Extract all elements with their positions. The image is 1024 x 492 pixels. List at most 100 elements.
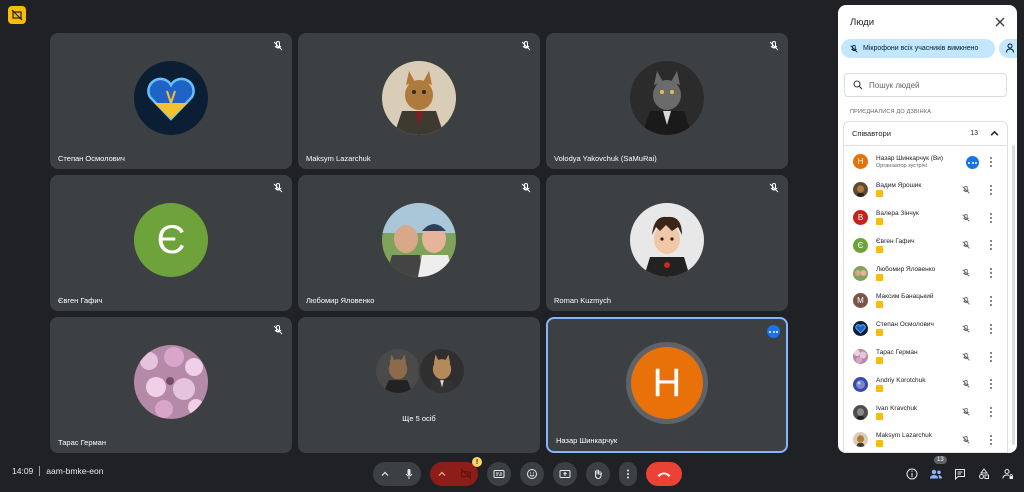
search-people-input[interactable]: Пошук людей (844, 73, 1007, 97)
tile-options-button[interactable] (767, 325, 780, 338)
photo-avatar-icon (382, 203, 456, 277)
avatar (853, 182, 868, 198)
mic-off-icon (962, 213, 970, 222)
more-vert-icon[interactable] (989, 323, 993, 334)
cat-gentleman-avatar-icon (630, 61, 704, 135)
present-screen-button[interactable] (553, 462, 577, 486)
cat-avatar-icon (374, 347, 422, 395)
participant-tile[interactable]: Maksym Lazarchuk (298, 33, 540, 169)
mic-off-icon (273, 183, 283, 193)
participant-options-button[interactable] (966, 156, 979, 169)
captions-button[interactable] (487, 462, 511, 486)
mic-off-icon (521, 41, 531, 51)
list-item[interactable]: Степан Осмолович (844, 315, 1007, 343)
avatar: Н (853, 154, 868, 170)
chevron-up-icon (381, 471, 389, 476)
more-vert-icon[interactable] (989, 407, 993, 418)
list-item[interactable]: Любомир Яловенко (844, 259, 1007, 287)
participant-tile[interactable]: Тарас Герман (50, 317, 292, 453)
editor-tag-icon (876, 356, 883, 364)
list-item[interactable]: Maksym Lazarchuk (844, 426, 1007, 453)
more-participants-tile[interactable]: Ще 5 осіб (298, 317, 540, 453)
mic-off-icon (521, 183, 531, 193)
more-vert-icon[interactable] (989, 434, 993, 445)
people-panel: Люди Мікрофони всіх учасників вимкнено П… (838, 5, 1017, 453)
activities-button[interactable] (976, 462, 992, 486)
meeting-info: 14:09 aam-bmke-eon (12, 466, 103, 476)
list-item[interactable]: Ivan Kravchuk (844, 398, 1007, 426)
more-participants-label: Ще 5 осіб (402, 414, 436, 423)
chat-button[interactable] (952, 462, 968, 486)
cartoon-avatar-icon (630, 203, 704, 277)
chevron-up-icon[interactable] (990, 129, 999, 138)
participant-name: Назар Шинкарчук (Ви) (876, 154, 944, 162)
side-controls: 13 (904, 456, 1016, 486)
panel-scrollbar[interactable] (1012, 145, 1015, 445)
list-item[interactable]: М Максим Банацький (844, 287, 1007, 315)
participant-name: Максим Банацький (876, 293, 934, 301)
participant-role: Організатор зустрічі (876, 162, 927, 169)
video-grid: Степан Осмолович Maksym Lazarchuk Volody… (50, 33, 789, 453)
more-avatars (374, 347, 466, 395)
participant-tile[interactable]: Volodya Yakovchuk (SaMuRai) (546, 33, 788, 169)
more-vert-icon[interactable] (989, 157, 993, 167)
avatar (853, 265, 868, 281)
audio-options-button[interactable] (373, 462, 397, 486)
reactions-button[interactable] (520, 462, 544, 486)
list-item[interactable]: Andriy Korotchuk (844, 370, 1007, 398)
more-options-button[interactable] (619, 462, 637, 486)
clock: 14:09 (12, 466, 34, 476)
raise-hand-button[interactable] (586, 462, 610, 486)
group-header[interactable]: Співавтори 13 (844, 122, 1007, 146)
participant-name: Тарас Герман (58, 438, 106, 447)
mic-off-icon (769, 183, 779, 193)
list-item[interactable]: Н Назар Шинкарчук (Ви) Організатор зустр… (844, 148, 1007, 176)
people-icon (930, 469, 942, 479)
self-participant-tile[interactable]: Н Назар Шинкарчук (546, 317, 788, 453)
section-label: ПРИЄДНАЛИСЯ ДО ДЗВІНКА (850, 109, 932, 115)
more-vert-icon[interactable] (989, 379, 993, 390)
avatar (853, 348, 868, 364)
cat-suit-avatar-icon (382, 61, 456, 135)
list-item[interactable]: В Валера Зінчук (844, 204, 1007, 232)
more-vert-icon (627, 469, 629, 479)
more-vert-icon[interactable] (989, 295, 993, 306)
mic-off-icon (962, 324, 970, 333)
microphone-button[interactable] (397, 462, 421, 486)
more-vert-icon[interactable] (989, 351, 993, 362)
more-vert-icon[interactable] (989, 268, 993, 279)
participant-name: Степан Осмолович (58, 154, 125, 163)
participant-name: Ivan Kravchuk (876, 404, 918, 412)
participant-tile[interactable]: Степан Осмолович (50, 33, 292, 169)
call-controls: ! (373, 457, 682, 486)
video-options-button[interactable] (430, 462, 454, 486)
mic-off-icon (962, 241, 970, 250)
search-placeholder: Пошук людей (869, 80, 920, 90)
list-item[interactable]: Тарас Герман (844, 343, 1007, 371)
list-item[interactable]: Є Євген Гафич (844, 231, 1007, 259)
shapes-icon (979, 468, 989, 479)
participant-name: Maksym Lazarchuk (306, 154, 371, 163)
leave-call-button[interactable] (646, 462, 682, 486)
editor-tag-icon (876, 217, 883, 225)
list-item[interactable]: Вадим Ярошик (844, 176, 1007, 204)
avatar (853, 376, 868, 392)
participant-name: Назар Шинкарчук (556, 436, 618, 445)
mic-off-icon (962, 435, 970, 444)
host-controls-button[interactable] (1000, 462, 1016, 486)
mute-all-button[interactable]: Мікрофони всіх учасників вимкнено (841, 39, 995, 58)
info-icon (906, 468, 918, 480)
people-button[interactable]: 13 (928, 456, 947, 486)
more-vert-icon[interactable] (989, 212, 993, 223)
meeting-details-button[interactable] (904, 462, 920, 486)
close-icon[interactable] (993, 15, 1007, 29)
group-count: 13 (970, 130, 978, 137)
participant-tile[interactable]: Любомир Яловенко (298, 175, 540, 311)
participant-tile[interactable]: Є Євген Гафич (50, 175, 292, 311)
participant-tile[interactable]: Roman Kuzmych (546, 175, 788, 311)
more-vert-icon[interactable] (989, 184, 993, 195)
microphone-icon (405, 469, 413, 479)
more-vert-icon[interactable] (989, 240, 993, 251)
mic-off-icon (273, 325, 283, 335)
add-people-button[interactable] (999, 39, 1017, 58)
